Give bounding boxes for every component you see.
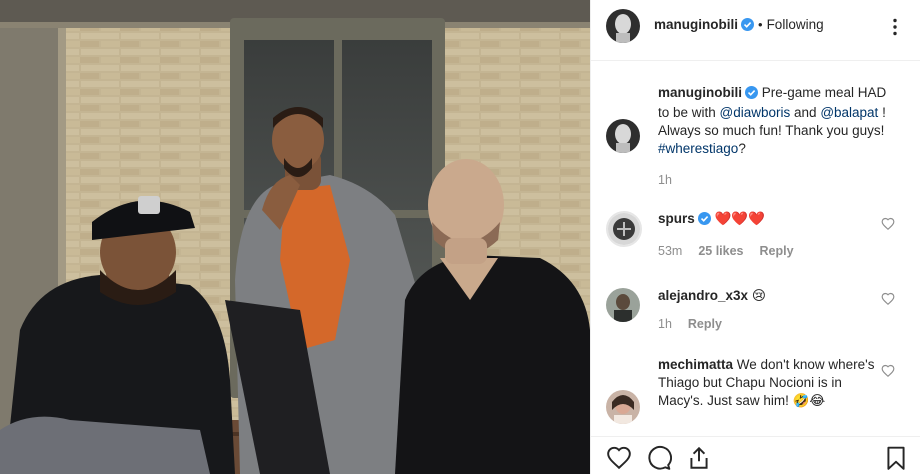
post-actions-bar xyxy=(591,436,920,474)
caption-username[interactable]: manuginobili xyxy=(658,85,742,100)
caption-text-part: ? xyxy=(738,141,746,156)
more-options-icon[interactable] xyxy=(885,17,905,37)
comments-list[interactable]: manuginobili Pre-game meal HAD to be wit… xyxy=(591,62,920,436)
verified-badge-icon xyxy=(745,86,758,104)
reply-button[interactable]: Reply xyxy=(760,244,794,258)
heart-icon[interactable] xyxy=(881,217,895,231)
post-header: manuginobili • Following xyxy=(591,0,920,61)
commenter-username[interactable]: mechimatta xyxy=(658,357,733,372)
heart-icon[interactable] xyxy=(881,292,895,306)
caption-timestamp: 1h xyxy=(658,173,672,187)
separator-dot: • xyxy=(758,17,763,32)
commenter-avatar[interactable] xyxy=(606,390,640,424)
comment-time: 53m xyxy=(658,244,683,258)
caption-text-part: and xyxy=(790,105,821,120)
author-avatar[interactable] xyxy=(606,9,640,43)
reply-button[interactable]: Reply xyxy=(688,317,722,331)
comment-text: mechimatta We don't know where's Thiago … xyxy=(658,356,888,410)
comment-text: spurs ❤️❤️❤️ xyxy=(658,210,888,230)
share-icon[interactable] xyxy=(686,445,712,471)
post-photo-illustration xyxy=(0,0,590,474)
hashtag-wherestiago[interactable]: #wherestiago xyxy=(658,141,738,156)
instagram-post: manuginobili • Following manuginobili Pre-… xyxy=(0,0,920,474)
caption-author-avatar[interactable] xyxy=(606,119,640,153)
following-button[interactable]: Following xyxy=(767,17,824,32)
heart-icon[interactable] xyxy=(606,445,632,471)
comment-icon[interactable] xyxy=(646,445,672,471)
mention-balapat[interactable]: @balapat xyxy=(820,105,878,120)
comment-text: alejandro_x3x 😢 xyxy=(658,287,888,305)
caption-text: manuginobili Pre-game meal HAD to be wit… xyxy=(658,84,888,158)
commenter-username[interactable]: alejandro_x3x xyxy=(658,288,748,303)
comment-content: ❤️❤️❤️ xyxy=(710,211,765,226)
verified-badge-icon xyxy=(741,18,754,34)
heart-icon[interactable] xyxy=(881,364,895,378)
bookmark-icon[interactable] xyxy=(883,445,909,471)
commenter-avatar[interactable] xyxy=(606,211,642,247)
comment-time: 1h xyxy=(658,317,672,331)
post-photo[interactable] xyxy=(0,0,590,474)
comment-likes[interactable]: 25 likes xyxy=(698,244,743,258)
comment-content: 😢 xyxy=(748,288,766,303)
comment-meta: 53m 25 likes Reply xyxy=(658,244,810,258)
verified-badge-icon xyxy=(697,212,711,230)
mention-diawboris[interactable]: @diawboris xyxy=(720,105,791,120)
post-side-panel: manuginobili • Following manuginobili Pre-… xyxy=(590,0,920,474)
commenter-username[interactable]: spurs xyxy=(658,211,695,226)
commenter-avatar[interactable] xyxy=(606,288,640,322)
author-username[interactable]: manuginobili xyxy=(654,17,738,32)
comment-meta: 1h Reply xyxy=(658,317,738,331)
